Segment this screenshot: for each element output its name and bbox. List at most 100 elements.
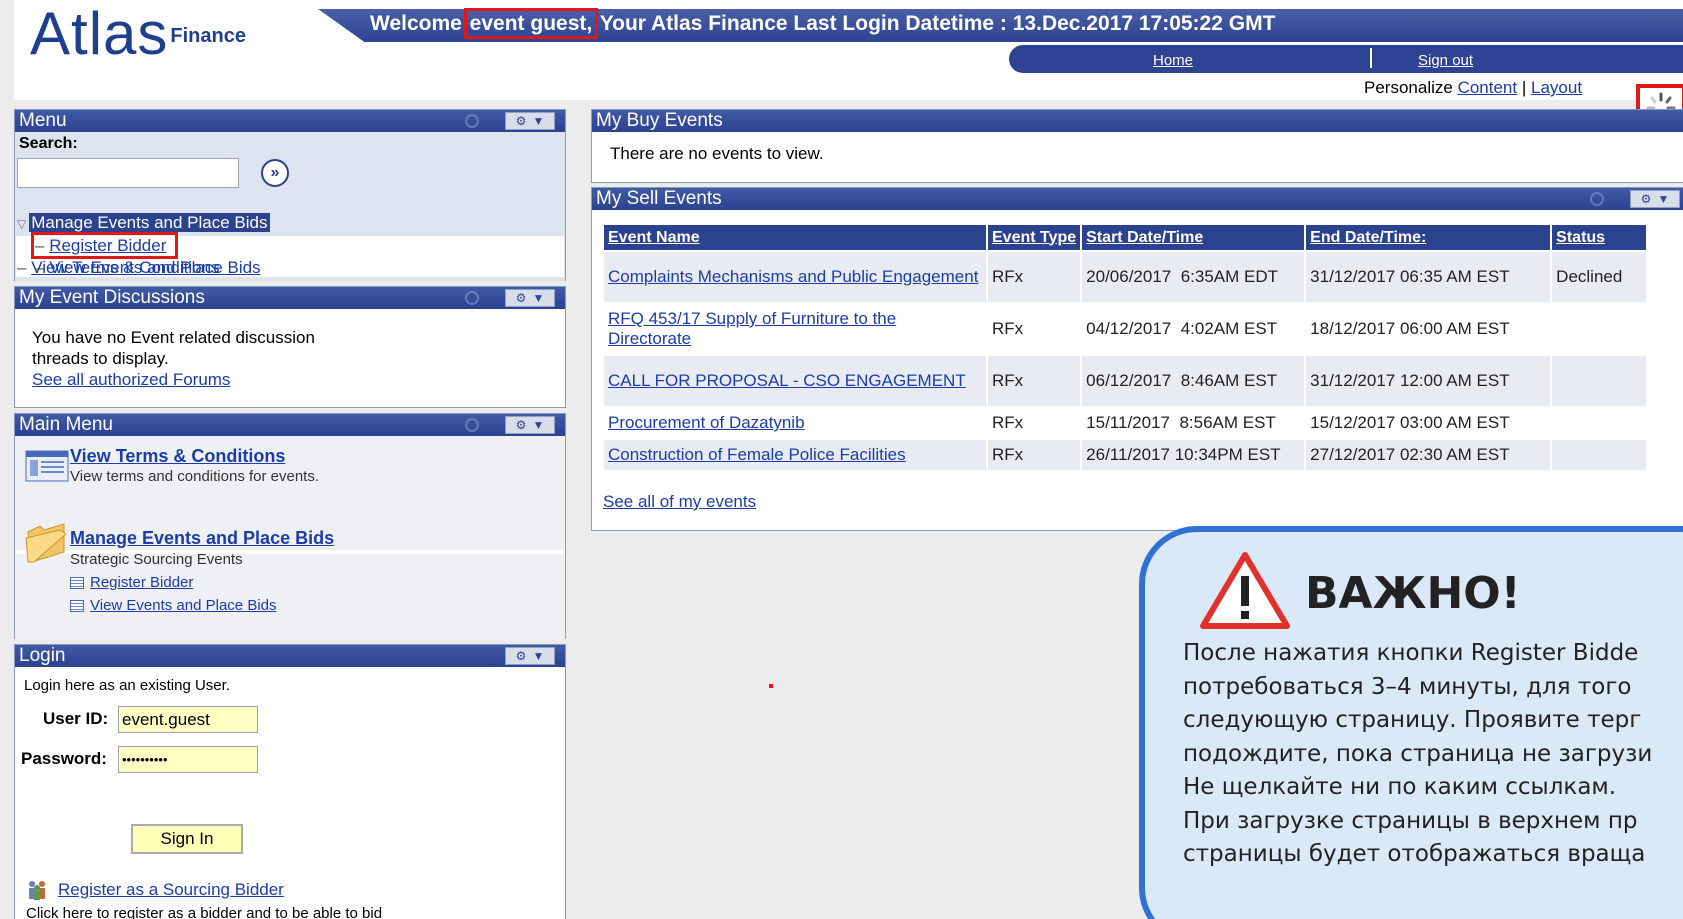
- event-start: 06/12/2017 8:46AM EST: [1082, 356, 1305, 406]
- personalize-bar: Personalize Content | Layout: [1364, 78, 1582, 98]
- event-start: 26/11/2017 10:34PM EST: [1082, 440, 1305, 470]
- home-link[interactable]: Home: [1153, 52, 1193, 69]
- refresh-icon[interactable]: [465, 291, 479, 305]
- callout-line: следующую страницу. Проявите терг: [1183, 707, 1642, 733]
- login-header: Login ⚙ ▼: [15, 645, 565, 667]
- event-status: [1552, 440, 1647, 470]
- pagelet-options-button[interactable]: ⚙ ▼: [505, 647, 555, 665]
- main-menu-title: Main Menu: [19, 414, 113, 435]
- refresh-icon[interactable]: [465, 114, 479, 128]
- user-id-label: User ID:: [43, 709, 109, 728]
- warning-icon: [1200, 552, 1290, 629]
- register-sourcing-row[interactable]: Register as a Sourcing Bidder: [26, 880, 284, 900]
- main-menu-view-events[interactable]: View Events and Place Bids: [70, 597, 277, 614]
- password-field[interactable]: ••••••••••: [118, 746, 258, 773]
- chevron-down-icon: ▼: [532, 114, 545, 128]
- main-menu-manage-events-link[interactable]: Manage Events and Place Bids: [70, 528, 334, 549]
- pagelet-options-button[interactable]: ⚙ ▼: [505, 289, 555, 307]
- event-name-link[interactable]: Complaints Mechanisms and Public Engagem…: [608, 267, 978, 286]
- see-all-events-link[interactable]: See all of my events: [603, 492, 756, 512]
- callout-line: потребоваться 3–4 минуты, для того: [1183, 673, 1632, 700]
- gear-icon: ⚙: [515, 291, 527, 305]
- register-bidder-link[interactable]: Register Bidder: [49, 236, 166, 255]
- pagelet-options-button[interactable]: ⚙ ▼: [505, 416, 555, 434]
- event-type: RFx: [988, 408, 1081, 438]
- table-header-row: Event Name Event Type Start Date/Time En…: [604, 225, 1647, 250]
- event-end: 18/12/2017 06:00 AM EST: [1306, 304, 1551, 354]
- menu-folder-manage-events[interactable]: ▽ Manage Events and Place Bids: [17, 213, 270, 235]
- chevron-down-icon: ▼: [532, 649, 545, 663]
- main-menu-view-terms-link[interactable]: View Terms & Conditions: [70, 446, 285, 467]
- table-row: RFQ 453/17 Supply of Furniture to the Di…: [604, 304, 1647, 354]
- table-row: Complaints Mechanisms and Public Engagem…: [604, 252, 1647, 302]
- gear-icon: ⚙: [515, 649, 527, 663]
- callout-title: ВАЖНО!: [1305, 568, 1521, 619]
- event-type: RFx: [988, 304, 1081, 354]
- menu-header: Menu ⚙ ▼: [15, 110, 565, 132]
- nav-separator: [1370, 48, 1372, 68]
- password-label: Password:: [21, 749, 107, 768]
- event-end: 15/12/2017 03:00 AM EST: [1306, 408, 1551, 438]
- list-icon: [70, 576, 84, 589]
- column-header-status[interactable]: Status: [1552, 225, 1647, 250]
- column-header-event-name[interactable]: Event Name: [604, 225, 986, 250]
- event-name-link[interactable]: Construction of Female Police Facilities: [608, 445, 906, 464]
- login-pagelet: Login ⚙ ▼ Login here as an existing User.…: [14, 644, 566, 919]
- chevron-down-icon: ▼: [1657, 192, 1670, 206]
- event-name-link[interactable]: CALL FOR PROPOSAL - CSO ENGAGEMENT: [608, 371, 966, 390]
- menu-item-register-bidder[interactable]: – Register Bidder: [30, 232, 179, 259]
- main-menu-register-bidder[interactable]: Register Bidder: [70, 574, 193, 591]
- sign-in-button[interactable]: Sign In: [131, 824, 243, 854]
- callout-line: подождите, пока страница не загрузи: [1183, 740, 1653, 767]
- search-go-icon[interactable]: »: [261, 159, 289, 187]
- menu-item-view-terms[interactable]: – View Terms & Conditions: [17, 258, 220, 278]
- logo: Atlas Finance: [30, 2, 246, 64]
- refresh-icon[interactable]: [465, 418, 479, 432]
- personalize-layout-link[interactable]: Layout: [1531, 78, 1582, 97]
- event-status: Declined: [1552, 252, 1647, 302]
- event-name-link[interactable]: Procurement of Dazatynib: [608, 413, 805, 432]
- sign-out-link[interactable]: Sign out: [1418, 52, 1473, 69]
- gear-icon: ⚙: [1640, 192, 1652, 206]
- table-row: CALL FOR PROPOSAL - CSO ENGAGEMENT RFx 0…: [604, 356, 1647, 406]
- folder-open-icon: ▽: [17, 217, 27, 231]
- column-header-event-type[interactable]: Event Type: [988, 225, 1081, 250]
- see-all-forums-link[interactable]: See all authorized Forums: [32, 370, 230, 389]
- event-type: RFx: [988, 440, 1081, 470]
- welcome-message: Welcome event guest, Your Atlas Finance …: [370, 8, 1276, 39]
- welcome-prefix: Welcome: [370, 12, 462, 35]
- pagelet-options-button[interactable]: ⚙ ▼: [1630, 190, 1680, 208]
- event-name-link[interactable]: RFQ 453/17 Supply of Furniture to the Di…: [608, 309, 896, 348]
- user-id-field[interactable]: event.guest: [118, 706, 258, 733]
- red-dot: [769, 684, 773, 688]
- table-row: Construction of Female Police Facilities…: [604, 440, 1647, 470]
- list-icon: [70, 599, 84, 612]
- bidder-people-icon: [29, 881, 45, 900]
- buy-events-header: My Buy Events: [592, 110, 1683, 132]
- event-type: RFx: [988, 356, 1081, 406]
- event-end: 31/12/2017 12:00 AM EST: [1306, 356, 1551, 406]
- pagelet-options-button[interactable]: ⚙ ▼: [505, 112, 555, 130]
- login-hint: Login here as an existing User.: [24, 677, 230, 694]
- column-header-end[interactable]: End Date/Time:: [1306, 225, 1551, 250]
- nav-bar: [1009, 45, 1683, 73]
- refresh-icon[interactable]: [1590, 192, 1604, 206]
- view-terms-link[interactable]: View Terms & Conditions: [31, 258, 219, 277]
- personalize-content-link[interactable]: Content: [1458, 78, 1518, 97]
- gear-icon: ⚙: [515, 418, 527, 432]
- search-input[interactable]: [17, 158, 239, 188]
- event-status: [1552, 304, 1647, 354]
- callout-line: страницы будет отображаться враща: [1183, 841, 1646, 867]
- main-menu-manage-desc: Strategic Sourcing Events: [70, 551, 243, 568]
- welcome-suffix: Your Atlas Finance Last Login Datetime :…: [599, 12, 1276, 35]
- buy-events-message: There are no events to view.: [610, 144, 824, 163]
- event-start: 04/12/2017 4:02AM EST: [1082, 304, 1305, 354]
- logo-sub: Finance: [170, 25, 246, 47]
- discussions-pagelet: My Event Discussions ⚙ ▼ You have no Even…: [14, 286, 566, 408]
- discussions-message: You have no Event related discussion thr…: [32, 328, 315, 368]
- chevron-down-icon: ▼: [532, 418, 545, 432]
- register-sourcing-bidder-link[interactable]: Register as a Sourcing Bidder: [58, 880, 284, 900]
- column-header-start[interactable]: Start Date/Time: [1082, 225, 1305, 250]
- chevron-down-icon: ▼: [532, 291, 545, 305]
- search-label: Search:: [19, 135, 78, 152]
